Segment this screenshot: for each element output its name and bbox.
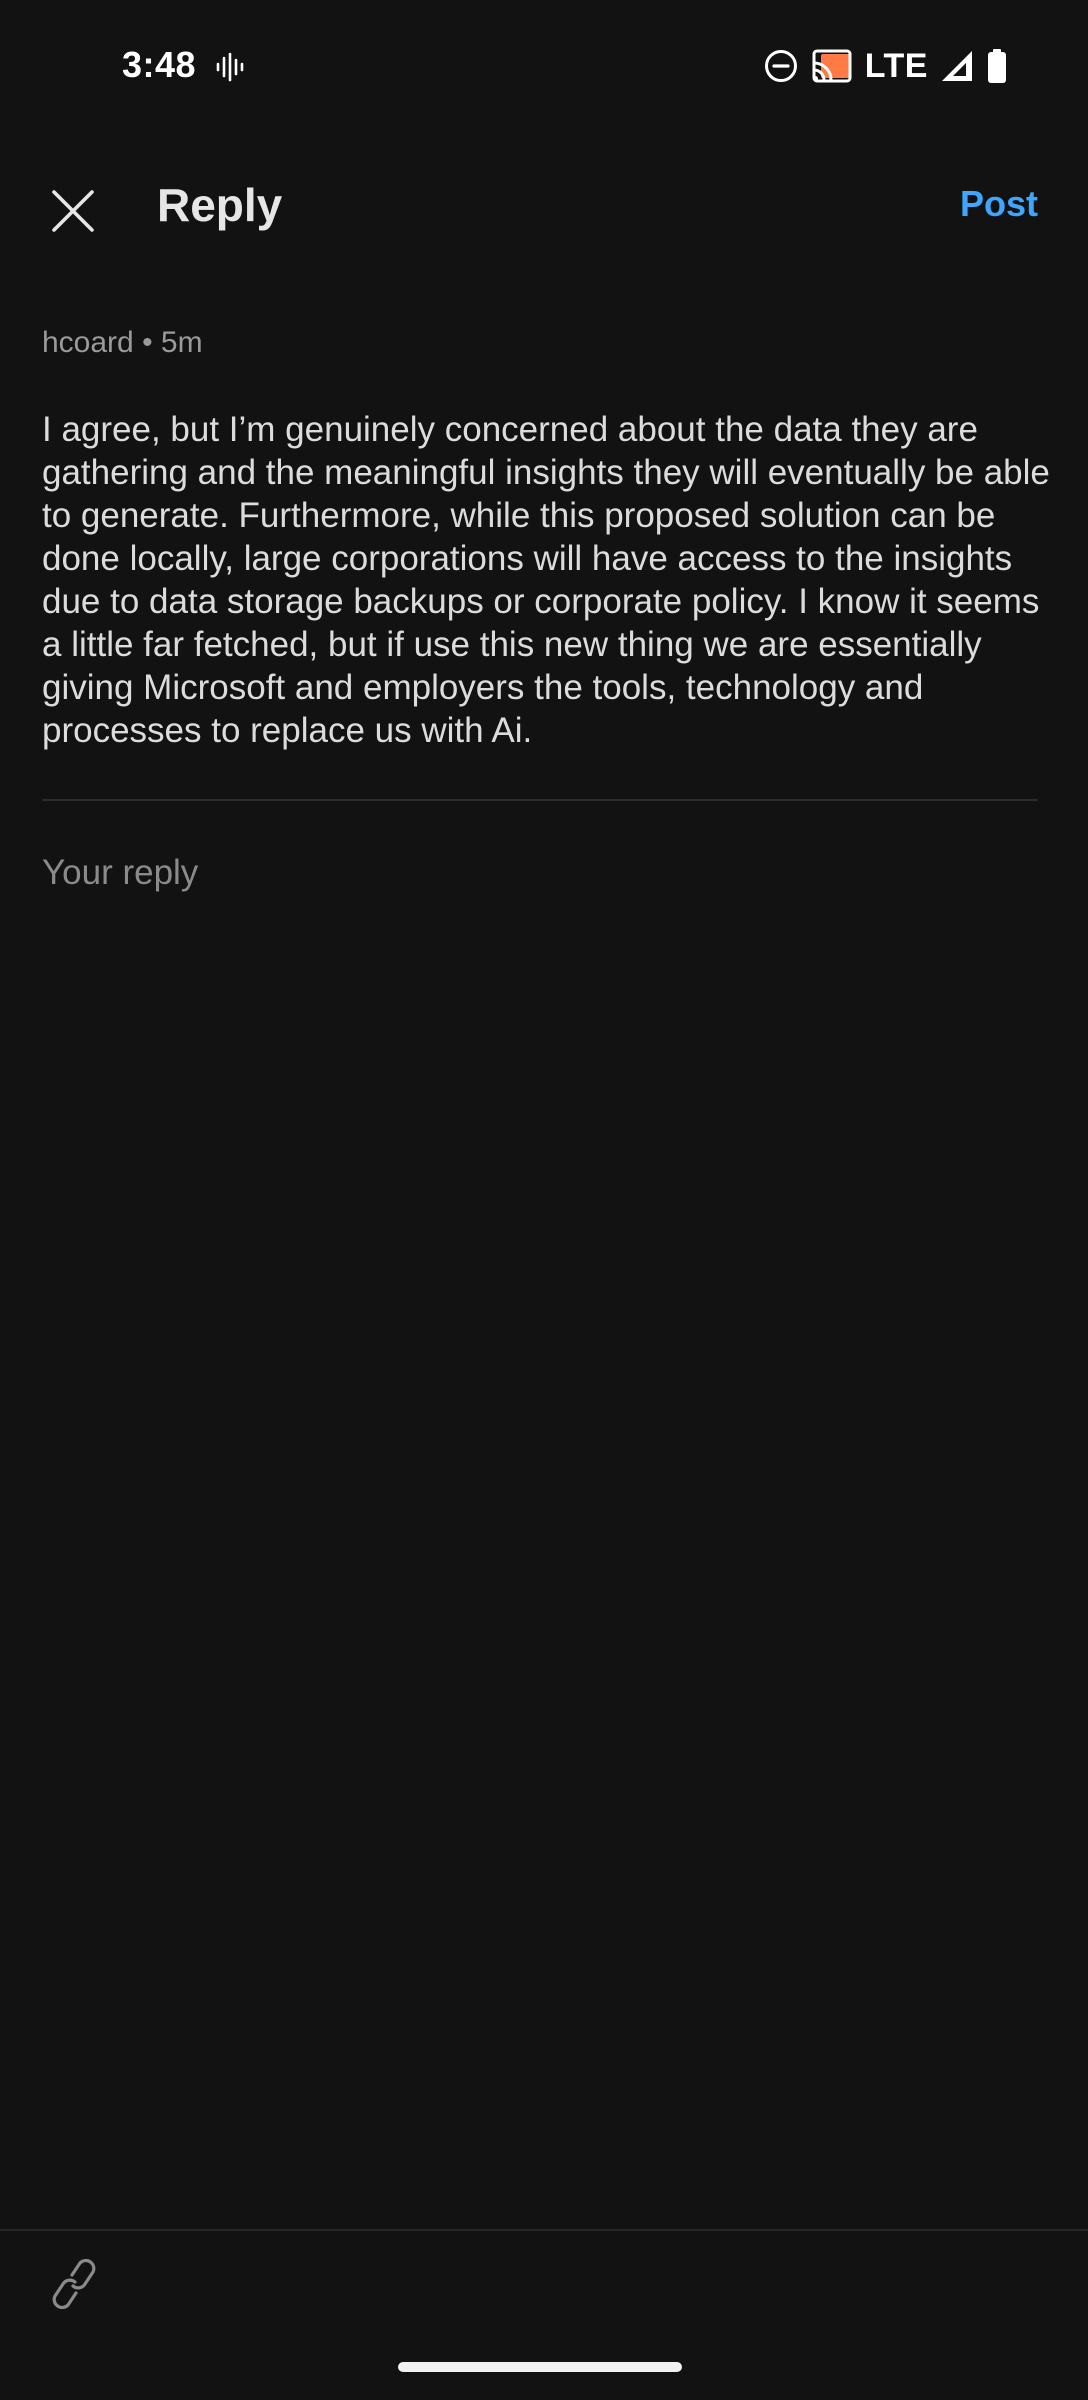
do-not-disturb-icon [764, 50, 797, 82]
status-time: 3:48 [122, 44, 197, 85]
bottom-divider [0, 2229, 1088, 2231]
network-type: LTE [864, 46, 928, 85]
link-icon [52, 2258, 96, 2310]
cast-icon [812, 49, 852, 83]
signal-icon [942, 51, 972, 81]
page-title: Reply [157, 179, 283, 231]
close-button[interactable] [40, 178, 106, 244]
divider [42, 799, 1038, 801]
post-button[interactable]: Post [960, 183, 1038, 225]
battery-icon [988, 49, 1006, 83]
attach-link-button[interactable] [42, 2252, 106, 2316]
close-icon [52, 190, 94, 232]
status-bar: 3:48 LTE [0, 0, 1088, 132]
home-indicator[interactable] [398, 2362, 682, 2372]
comment-meta: hcoard • 5m [42, 326, 203, 359]
status-icons: LTE [763, 46, 1008, 86]
app-bar: Reply Post [0, 150, 1088, 262]
reply-input[interactable] [42, 838, 1038, 908]
comment-text: I agree, but I’m genuinely concerned abo… [42, 410, 1050, 750]
voice-wave-icon [216, 52, 244, 82]
